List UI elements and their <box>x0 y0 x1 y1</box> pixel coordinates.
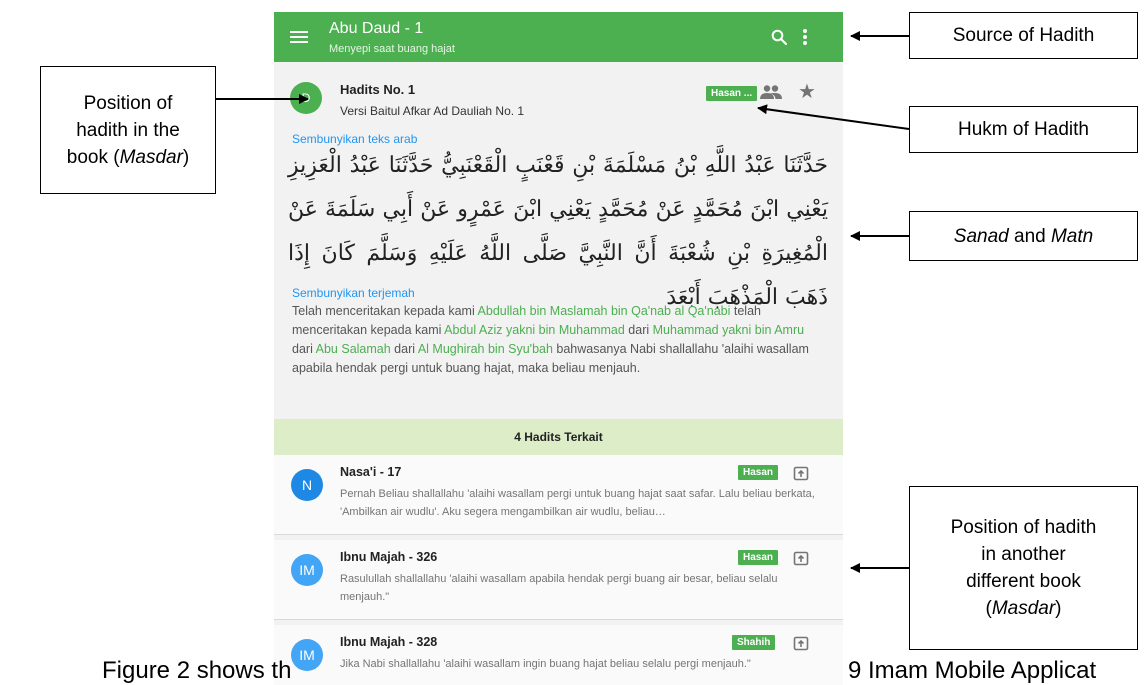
callout-term: Sanad <box>953 225 1009 247</box>
callout-sanad-matn-text: Sanad and Matn <box>954 223 1093 250</box>
related-hadith-header: 4 Hadits Terkait <box>274 419 843 455</box>
app-bar-subtitle: Menyepi saat buang hajat <box>329 43 455 55</box>
translation-segment: Telah menceritakan kepada kami <box>292 304 478 318</box>
related-grade-badge: Shahih <box>732 635 776 650</box>
callout-term: Masdar <box>991 598 1056 619</box>
callout-line: in another <box>981 544 1066 565</box>
book-avatar: IM <box>291 554 323 586</box>
related-hadith-title: Nasa'i - 17 <box>340 465 402 479</box>
callout-line: Position of <box>83 92 173 114</box>
callout-line: and <box>1008 225 1051 247</box>
narrator-link[interactable]: Abu Salamah <box>316 342 391 356</box>
related-hadith-text: Pernah Beliau shallallahu 'alaihi wasall… <box>340 488 815 518</box>
open-in-new-icon[interactable] <box>793 635 809 651</box>
translation-segment: dari <box>624 323 653 337</box>
hide-translation-toggle[interactable]: Sembunyikan terjemah <box>292 286 415 300</box>
caption-right: 9 Imam Mobile Applicat <box>848 657 1097 684</box>
related-hadith-title: Ibnu Majah - 328 <box>340 635 438 649</box>
caption-left: Figure 2 shows th <box>102 657 292 684</box>
hadith-number-avatar: D <box>290 82 322 114</box>
book-avatar: N <box>291 469 323 501</box>
related-hadith-item[interactable]: IM Ibnu Majah - 326 Hasan Rasulullah sha… <box>274 540 843 620</box>
people-icon[interactable] <box>760 84 782 100</box>
callout-line: book ( <box>66 146 120 168</box>
callout-sanad-matn: Sanad and Matn <box>909 211 1138 261</box>
translation-segment: dari <box>390 342 418 356</box>
narrator-link[interactable]: Abdullah bin Maslamah bin Qa'nab al Qa'n… <box>478 304 731 318</box>
related-hadith-text: Rasulullah shallallahu 'alaihi wasallam … <box>340 573 778 603</box>
figure-caption: Figure 2 shows th 9 Imam Mobile Applicat <box>0 657 1148 685</box>
callout-position-text: Position of hadith in the book (Masdar) <box>67 90 190 171</box>
more-vert-icon[interactable] <box>802 28 808 46</box>
open-in-new-icon[interactable] <box>793 465 809 481</box>
callout-source-text: Source of Hadith <box>952 25 1095 46</box>
narrator-link[interactable]: Al Mughirah bin Syu'bah <box>418 342 553 356</box>
callout-line: ) <box>182 146 190 168</box>
callout-term: Masdar <box>119 146 183 168</box>
callout-hukm: Hukm of Hadith <box>909 106 1138 153</box>
callout-source: Source of Hadith <box>909 12 1138 59</box>
narrator-link[interactable]: Muhammad yakni bin Amru <box>653 323 804 337</box>
related-grade-badge: Hasan <box>738 550 779 565</box>
search-icon[interactable] <box>771 29 787 45</box>
hamburger-menu-icon[interactable] <box>290 31 308 43</box>
app-screenshot: Abu Daud - 1 Menyepi saat buang hajat D … <box>274 12 843 685</box>
callout-term: Matn <box>1050 225 1094 247</box>
callout-other-book: Position of hadith in another different … <box>909 486 1138 650</box>
callout-line: Position of hadith <box>950 517 1097 538</box>
app-bar-title: Abu Daud - 1 <box>329 20 424 37</box>
related-grade-badge: Hasan <box>738 465 779 480</box>
callout-line: ) <box>1055 598 1062 619</box>
hadith-header: D Hadits No. 1 Versi Baitul Afkar Ad Dau… <box>274 74 843 134</box>
star-icon[interactable]: ★ <box>798 82 816 102</box>
translation-text: Telah menceritakan kepada kami Abdullah … <box>292 302 827 378</box>
translation-segment: dari <box>292 342 316 356</box>
callout-other-text: Position of hadith in another different … <box>951 514 1097 622</box>
app-bar: Abu Daud - 1 Menyepi saat buang hajat <box>274 12 843 62</box>
callout-position-in-book: Position of hadith in the book (Masdar) <box>40 66 216 194</box>
open-in-new-icon[interactable] <box>793 550 809 566</box>
related-hadith-item[interactable]: N Nasa'i - 17 Hasan Pernah Beliau shalla… <box>274 455 843 535</box>
hadith-title: Hadits No. 1 <box>340 82 416 97</box>
callout-hukm-text: Hukm of Hadith <box>958 119 1089 140</box>
narrator-link[interactable]: Abdul Aziz yakni bin Muhammad <box>444 323 625 337</box>
related-hadith-title: Ibnu Majah - 326 <box>340 550 438 564</box>
callout-line: different book <box>966 571 1081 592</box>
hadith-grade-badge: Hasan ... <box>706 86 758 101</box>
hadith-version: Versi Baitul Afkar Ad Dauliah No. 1 <box>340 104 525 118</box>
callout-line: hadith in the <box>76 119 180 141</box>
